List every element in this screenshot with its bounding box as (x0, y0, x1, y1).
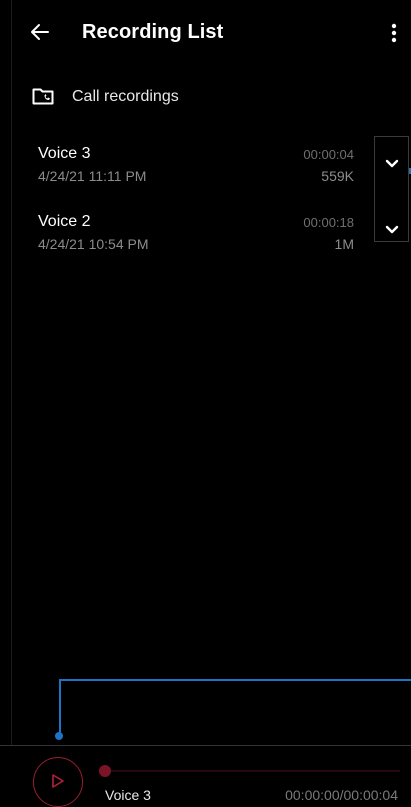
waveform-baseline (59, 679, 411, 681)
seek-bar[interactable] (100, 770, 400, 772)
play-button[interactable] (33, 757, 83, 807)
call-recordings-row[interactable]: Call recordings (0, 78, 411, 118)
recording-name: Voice 3 (38, 145, 91, 162)
recording-size: 1M (334, 236, 354, 252)
recording-duration: 00:00:18 (303, 215, 354, 230)
app-bar: Recording List (0, 0, 411, 68)
recording-item[interactable]: Voice 2 4/24/21 10:54 PM 00:00:18 1M (0, 213, 370, 269)
chevron-down-icon[interactable] (383, 224, 401, 236)
recording-size: 559K (321, 168, 354, 184)
recording-name: Voice 2 (38, 213, 91, 230)
waveform-playhead[interactable] (59, 679, 61, 736)
mini-player: Voice 3 00:00:00/00:00:04 (0, 746, 411, 807)
seek-knob[interactable] (99, 765, 111, 777)
recording-date: 4/24/21 11:11 PM (38, 168, 147, 184)
now-playing-name: Voice 3 (105, 787, 151, 803)
arrow-left-icon[interactable] (28, 20, 52, 44)
waveform-playhead-dot (55, 732, 63, 740)
more-vertical-icon[interactable] (384, 20, 404, 46)
expand-panel (374, 136, 409, 242)
call-recordings-label: Call recordings (72, 88, 179, 105)
page-title: Recording List (82, 21, 224, 43)
recording-duration: 00:00:04 (303, 147, 354, 162)
chevron-down-icon[interactable] (383, 158, 401, 170)
folder-call-icon (32, 88, 54, 105)
play-icon (52, 774, 64, 788)
playback-time: 00:00:00/00:00:04 (285, 787, 398, 803)
recording-item[interactable]: Voice 3 4/24/21 11:11 PM 00:00:04 559K (0, 145, 370, 201)
recording-date: 4/24/21 10:54 PM (38, 236, 149, 252)
